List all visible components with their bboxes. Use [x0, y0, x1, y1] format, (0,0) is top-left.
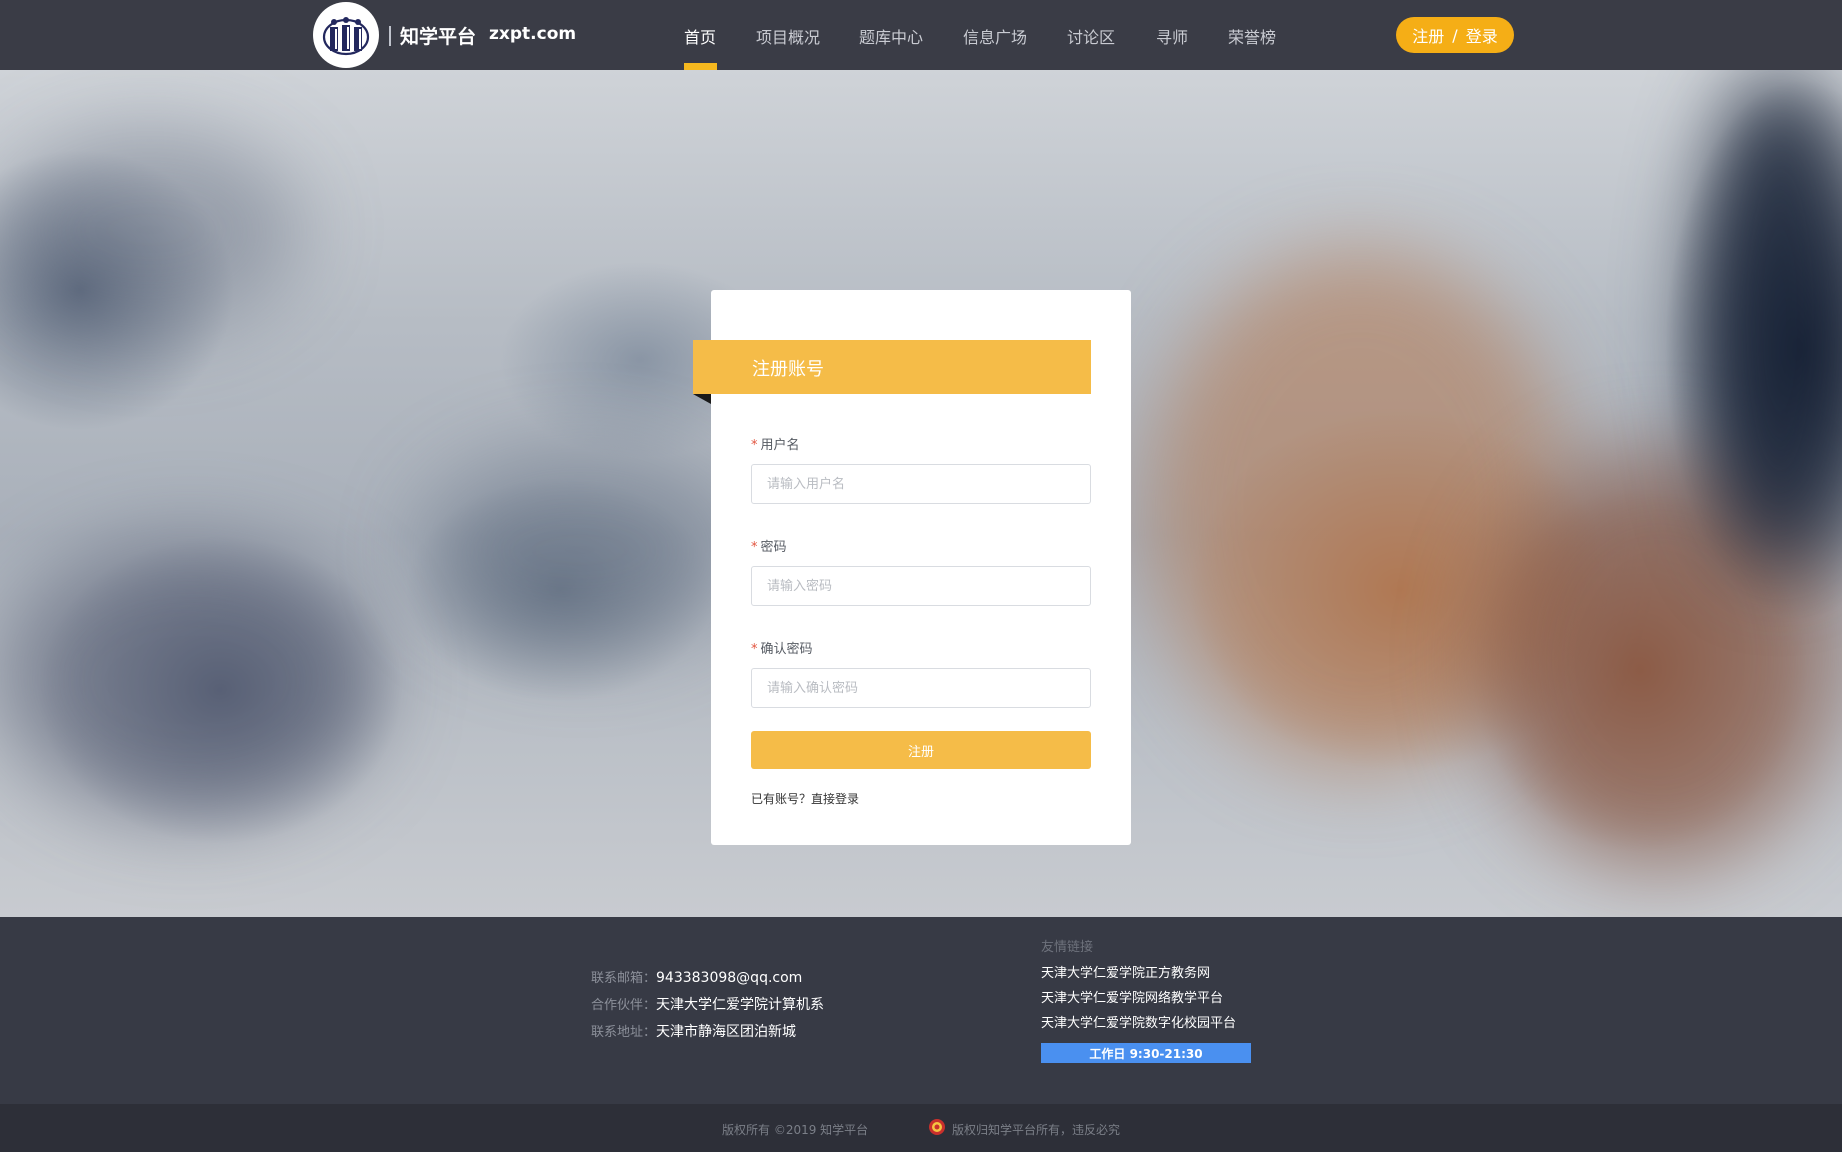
username-label-text: 用户名: [760, 438, 800, 453]
top-navbar: 知学平台 zxpt.com 首页 项目概况 题库中心 信息广场 讨论区 寻师 荣…: [0, 0, 1842, 70]
university-logo-icon: [320, 9, 372, 61]
footer: 联系邮箱：943383098@qq.com 合作伙伴：天津大学仁爱学院计算机系 …: [0, 917, 1842, 1104]
nav-active-indicator: [684, 63, 717, 70]
hero-background: 注册账号 *用户名 *密码 *确认密码 注册 已有账号？直接登录: [0, 70, 1842, 917]
nav-question-bank[interactable]: 题库中心: [859, 24, 923, 48]
login-link[interactable]: 登录: [1466, 23, 1498, 47]
username-input[interactable]: [751, 464, 1091, 504]
background-blur-shape: [0, 130, 300, 330]
friend-link-digital-campus[interactable]: 天津大学仁爱学院数字化校园平台: [1041, 1012, 1236, 1031]
username-label: * 用户名: [751, 434, 800, 453]
required-mark: *: [751, 642, 758, 657]
background-blur-shape: [420, 450, 740, 650]
login-hint-text: 已有账号？: [751, 792, 812, 806]
nav-home[interactable]: 首页: [684, 24, 716, 48]
register-card: 注册账号 *用户名 *密码 *确认密码 注册 已有账号？直接登录: [693, 290, 1131, 845]
contact-address: 联系地址：天津市静海区团泊新城: [591, 1021, 796, 1041]
contact-address-key: 联系地址：: [591, 1025, 657, 1040]
contact-email: 联系邮箱：943383098@qq.com: [591, 967, 802, 986]
direct-login-link[interactable]: 直接登录: [811, 792, 859, 806]
police-badge-icon: [929, 1119, 945, 1135]
required-mark: *: [751, 540, 758, 555]
copyright-text: 版权所有 ©2019 知学平台: [722, 1123, 869, 1137]
register-submit-button[interactable]: 注册: [751, 731, 1091, 769]
nav-project-overview[interactable]: 项目概况: [756, 24, 820, 48]
register-login-button[interactable]: 注册 / 登录: [1396, 17, 1514, 53]
register-link[interactable]: 注册: [1412, 23, 1444, 47]
form-title: 注册账号: [752, 359, 824, 380]
form-title-ribbon: 注册账号: [693, 340, 1091, 394]
brand-name[interactable]: 知学平台: [400, 22, 476, 49]
background-blur-shape: [0, 540, 380, 820]
nav-info-square[interactable]: 信息广场: [963, 24, 1027, 48]
required-mark: *: [751, 438, 758, 453]
nav-discussion[interactable]: 讨论区: [1067, 24, 1115, 48]
contact-email-value[interactable]: 943383098@qq.com: [656, 970, 802, 986]
password-label: * 密码: [751, 536, 787, 555]
contact-email-key: 联系邮箱：: [591, 971, 657, 986]
contact-address-value: 天津市静海区团泊新城: [656, 1024, 797, 1040]
friend-links-title: 友情链接: [1041, 940, 1094, 955]
brand-domain[interactable]: zxpt.com: [489, 24, 576, 44]
friend-link-teaching-platform[interactable]: 天津大学仁爱学院网络教学平台: [1041, 987, 1223, 1006]
contact-partner: 合作伙伴：天津大学仁爱学院计算机系: [591, 994, 824, 1014]
nav-find-teacher[interactable]: 寻师: [1156, 24, 1188, 48]
password-label-text: 密码: [760, 540, 787, 555]
login-hint: 已有账号？直接登录: [751, 790, 859, 807]
copyright-bar: 版权所有 ©2019 知学平台 版权归知学平台所有，违反必究: [0, 1104, 1842, 1152]
logo-divider: [389, 26, 391, 46]
ribbon-fold: [693, 394, 711, 404]
confirm-password-label: * 确认密码: [751, 638, 813, 657]
friend-link-academic-affairs[interactable]: 天津大学仁爱学院正方教务网: [1041, 962, 1210, 981]
password-input[interactable]: [751, 566, 1091, 606]
confirm-password-label-text: 确认密码: [760, 642, 813, 657]
work-hours-badge: 工作日 9:30-21:30: [1041, 1043, 1251, 1063]
contact-partner-value: 天津大学仁爱学院计算机系: [656, 997, 825, 1013]
nav-honor-board[interactable]: 荣誉榜: [1228, 24, 1276, 48]
rights-text: 版权归知学平台所有，违反必究: [952, 1123, 1121, 1137]
contact-partner-key: 合作伙伴：: [591, 998, 657, 1013]
auth-separator: /: [1452, 25, 1458, 45]
logo-icon[interactable]: [313, 2, 379, 68]
confirm-password-input[interactable]: [751, 668, 1091, 708]
